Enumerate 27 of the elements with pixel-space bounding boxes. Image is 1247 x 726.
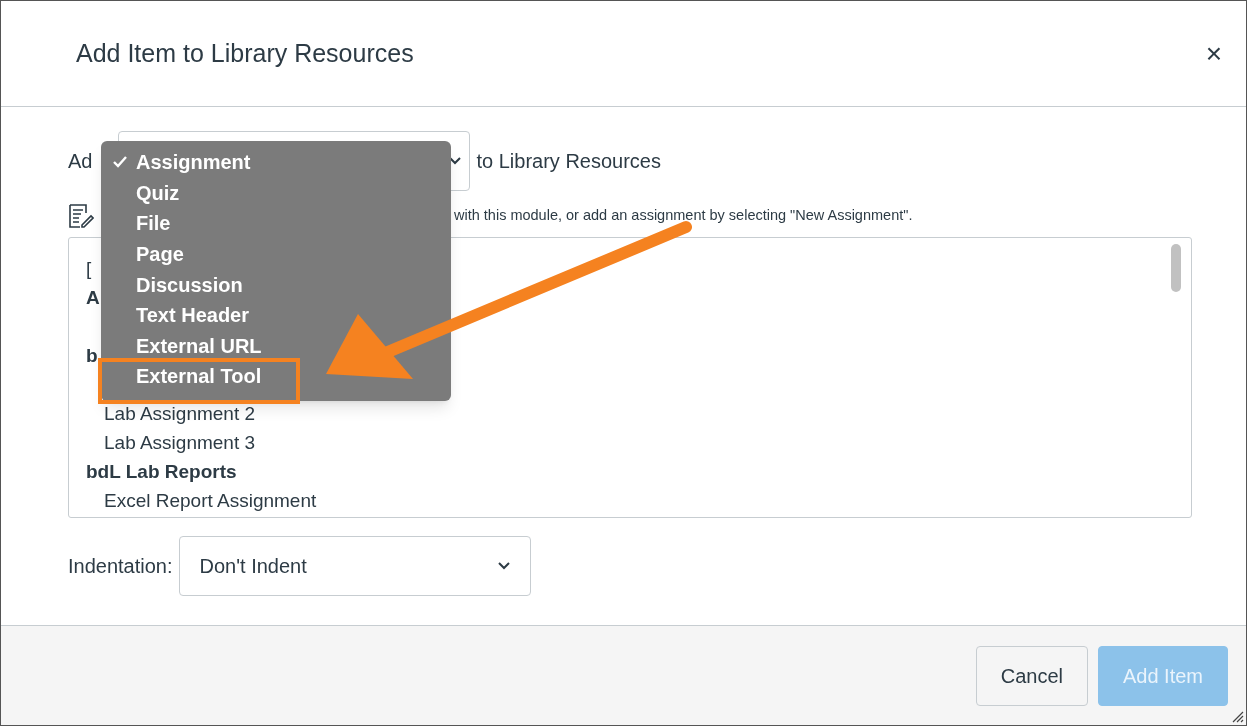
- menu-item[interactable]: External Tool: [113, 361, 262, 392]
- label-text: to Library Resources: [476, 149, 661, 174]
- menu-item[interactable]: Text Header: [113, 299, 249, 331]
- menu-item[interactable]: Assignment: [113, 147, 251, 178]
- menu-item[interactable]: Quiz: [113, 177, 180, 209]
- menu-item[interactable]: External URL: [113, 330, 262, 362]
- description-text: with this module, or add an assignment by selecting "New Assignment".: [454, 206, 913, 226]
- group-heading[interactable]: b: [86, 341, 98, 370]
- menu-item[interactable]: File: [113, 208, 171, 239]
- group-heading[interactable]: A: [86, 283, 100, 312]
- close-button[interactable]: ×: [1205, 39, 1222, 68]
- resize-grip-icon[interactable]: [1230, 709, 1244, 723]
- dialog-title: Add Item to Library Resources: [76, 37, 414, 69]
- list-item[interactable]: Lab Assignment 3: [86, 428, 256, 457]
- cancel-button[interactable]: Cancel: [975, 645, 1088, 706]
- menu-item[interactable]: Page: [113, 238, 184, 270]
- indentation-label: Indentation:: [68, 554, 173, 579]
- chevron-icon: [449, 157, 462, 165]
- chevron-icon: [497, 562, 510, 570]
- menu-item[interactable]: Discussion: [113, 269, 243, 300]
- indentation-select[interactable]: Don't Indent: [178, 536, 531, 596]
- scrollbar-thumb[interactable]: [1171, 244, 1181, 292]
- list-item[interactable]: Excel Report Assignment: [86, 486, 317, 515]
- label-text: Ad: [68, 149, 93, 174]
- edit-document-icon: [68, 203, 94, 229]
- group-heading[interactable]: bdL Lab Reports: [86, 457, 237, 486]
- list-item[interactable]: [: [86, 254, 92, 283]
